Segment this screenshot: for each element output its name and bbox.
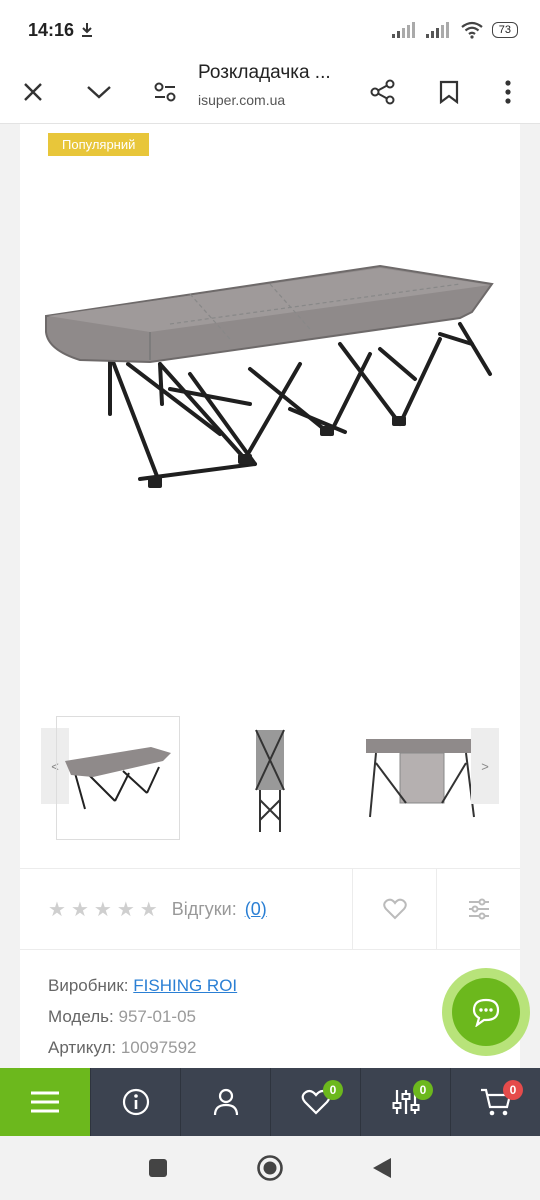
- signal-icon: [391, 22, 415, 38]
- account-button[interactable]: [180, 1068, 270, 1136]
- thumb-next-button[interactable]: >: [471, 728, 499, 804]
- home-icon[interactable]: [256, 1154, 284, 1182]
- star-icon: ★: [116, 898, 135, 921]
- minimize-button[interactable]: [75, 68, 123, 116]
- bookmark-button[interactable]: [425, 68, 473, 116]
- signal-icon-2: [425, 22, 449, 38]
- chat-bubble-icon: [472, 998, 500, 1027]
- compare-count-badge: 0: [413, 1080, 433, 1100]
- add-to-compare-button[interactable]: [436, 869, 520, 949]
- browser-toolbar: Розкладачка ... isuper.com.ua: [0, 60, 540, 124]
- wishlist-count-badge: 0: [323, 1080, 343, 1100]
- share-icon: [370, 79, 395, 105]
- spec-value: 957-01-05: [118, 1007, 196, 1026]
- spec-value: 10097592: [120, 1038, 197, 1057]
- star-icon: ★: [93, 898, 112, 921]
- page-title[interactable]: Розкладачка ...: [198, 62, 331, 84]
- compare-sliders-icon: [468, 898, 489, 920]
- menu-button[interactable]: [0, 1068, 90, 1136]
- chevron-down-icon: [87, 86, 111, 99]
- thumbnail-carousel: < >: [20, 714, 520, 840]
- thumbnail-image-1: [65, 747, 171, 810]
- reviews-count-link[interactable]: (0): [245, 899, 267, 920]
- more-vert-icon: [505, 80, 511, 104]
- bookmark-icon: [439, 80, 459, 104]
- battery-indicator: 73: [491, 22, 518, 38]
- cart-count-badge: 0: [503, 1080, 523, 1100]
- spec-label: Модель:: [48, 1007, 114, 1026]
- star-icon: ★: [139, 898, 158, 921]
- site-settings-button[interactable]: [141, 68, 189, 116]
- chat-button[interactable]: [442, 968, 530, 1056]
- spec-model: Модель: 957-01-05: [48, 1007, 237, 1027]
- thumbnail-1[interactable]: [56, 716, 180, 840]
- wishlist-button[interactable]: 0: [270, 1068, 360, 1136]
- thumbnail-3[interactable]: [360, 716, 484, 840]
- heart-icon: [382, 898, 407, 920]
- manufacturer-link[interactable]: FISHING ROI: [133, 976, 237, 995]
- share-button[interactable]: [359, 68, 407, 116]
- spec-manufacturer: Виробник: FISHING ROI: [48, 976, 237, 996]
- back-icon[interactable]: [372, 1157, 392, 1179]
- add-to-wishlist-button[interactable]: [352, 869, 436, 949]
- star-icon: ★: [48, 898, 66, 921]
- spec-label: Виробник:: [48, 976, 129, 995]
- more-menu-button[interactable]: [484, 68, 532, 116]
- product-image[interactable]: [40, 254, 500, 504]
- close-tab-button[interactable]: [9, 68, 57, 116]
- status-bar: 14:16 73: [0, 0, 540, 60]
- close-icon: [24, 83, 42, 101]
- download-icon: [82, 23, 93, 37]
- rating-stars[interactable]: ★ ★ ★ ★ ★: [48, 897, 158, 922]
- thumbnail-image-2: [255, 729, 285, 832]
- spec-sku: Артикул: 10097592: [48, 1038, 237, 1058]
- recent-apps-icon[interactable]: [148, 1158, 168, 1178]
- user-icon: [213, 1088, 238, 1116]
- info-icon: [122, 1088, 149, 1116]
- thumb-next-label: >: [481, 758, 489, 774]
- product-specs: Виробник: FISHING ROI Модель: 957-01-05 …: [48, 976, 237, 1068]
- product-card: Популярний < > ★ ★ ★ ★ ★ Відгуки: (0) Ви…: [20, 124, 520, 1068]
- compare-button[interactable]: 0: [360, 1068, 450, 1136]
- spec-label: Артикул:: [48, 1038, 117, 1057]
- bottom-navigation: 0 0 0: [0, 1068, 540, 1136]
- system-navigation: [0, 1136, 540, 1200]
- thumbnail-image-3: [366, 739, 478, 818]
- star-icon: ★: [70, 898, 89, 921]
- status-time: 14:16: [28, 19, 75, 40]
- wifi-icon: [461, 21, 483, 39]
- rating-row: ★ ★ ★ ★ ★ Відгуки: (0): [20, 868, 520, 950]
- page-domain[interactable]: isuper.com.ua: [198, 92, 285, 108]
- info-button[interactable]: [90, 1068, 180, 1136]
- hamburger-icon: [31, 1091, 59, 1113]
- reviews-label: Відгуки:: [171, 898, 237, 919]
- tune-icon: [154, 82, 176, 102]
- cart-button[interactable]: 0: [450, 1068, 540, 1136]
- thumbnail-2[interactable]: [208, 716, 332, 840]
- popular-badge: Популярний: [48, 133, 150, 156]
